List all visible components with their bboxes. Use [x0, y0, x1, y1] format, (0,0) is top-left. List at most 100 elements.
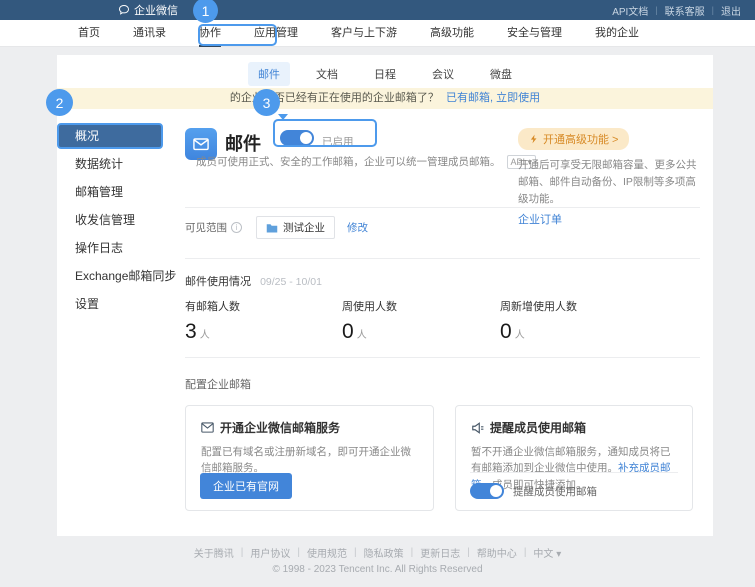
config-section-title: 配置企业邮箱: [185, 376, 251, 392]
visible-scope-row: 可见范围 i 测试企业 修改: [185, 216, 368, 239]
divider: [185, 258, 700, 259]
annotation-step-1-highlight: [198, 24, 277, 46]
nav-item-my-company[interactable]: 我的企业: [595, 20, 639, 47]
footer: 关于腾讯| 用户协议| 使用规范| 隐私政策| 更新日志| 帮助中心| 中文 ▾…: [0, 545, 755, 575]
footer-links: 关于腾讯| 用户协议| 使用规范| 隐私政策| 更新日志| 帮助中心| 中文 ▾: [0, 545, 755, 560]
main-panel: 邮件 文档 日程 会议 微盘 的企业是否已经有正在使用的企业邮箱了？ 已有邮箱,…: [57, 55, 713, 536]
card-enable-mailbox-service: 开通企业微信邮箱服务 配置已有域名或注册新域名，即可开通企业微信邮箱服务。 企业…: [185, 405, 434, 511]
annotation-step-2-badge: 2: [46, 89, 73, 116]
divider: [185, 207, 700, 208]
stat-weekly-new: 周新增使用人数 0人: [500, 298, 577, 344]
mail-description-text: 成员可使用正式、安全的工作邮箱，企业可以统一管理成员邮箱。: [196, 156, 501, 168]
enterprise-orders-link[interactable]: 企业订单: [518, 211, 562, 227]
separator: |: [524, 547, 527, 558]
primary-nav: 首页 通讯录 协作 应用管理 客户与上下游 高级功能 安全与管理 我的企业: [0, 20, 755, 47]
sidebar-item-statistics[interactable]: 数据统计: [57, 151, 169, 177]
magic-wand-icon: [529, 134, 539, 144]
tab-mail[interactable]: 邮件: [248, 62, 290, 86]
sidebar-item-operation-log[interactable]: 操作日志: [57, 235, 169, 261]
scope-edit-link[interactable]: 修改: [347, 220, 368, 235]
stat-mailbox-users: 有邮箱人数 3人: [185, 298, 240, 344]
usage-title-text: 邮件使用情况: [185, 276, 251, 288]
visible-scope-label: 可见范围: [185, 220, 227, 235]
chat-bubble-icon: [118, 4, 130, 16]
remind-toggle-row: 提醒成员使用邮箱: [470, 483, 597, 499]
mail-description: 成员可使用正式、安全的工作邮箱，企业可以统一管理成员邮箱。API ▾: [196, 154, 536, 169]
separator: |: [297, 547, 300, 558]
remind-toggle-label: 提醒成员使用邮箱: [513, 484, 597, 499]
sidebar-item-exchange-sync[interactable]: Exchange邮箱同步: [57, 263, 169, 289]
stat-value: 0人: [342, 320, 397, 344]
topbar-link-api-docs[interactable]: API文档: [612, 3, 648, 18]
enable-premium-button[interactable]: 开通高级功能 >: [518, 128, 629, 150]
separator: |: [241, 547, 244, 558]
separator: |: [655, 5, 657, 15]
separator: |: [712, 5, 714, 15]
folder-icon: [266, 223, 278, 233]
copyright: © 1998 - 2023 Tencent Inc. All Rights Re…: [0, 564, 755, 575]
sidebar-item-settings[interactable]: 设置: [57, 291, 169, 317]
stat-label: 有邮箱人数: [185, 298, 240, 314]
premium-description: 开通后可享受无限邮箱容量、更多公共邮箱、邮件自动备份、IP限制等多项高级功能。: [518, 157, 704, 207]
stat-number: 3: [185, 320, 197, 343]
notice-banner: 的企业是否已经有正在使用的企业邮箱了？ 已有邮箱, 立即使用: [57, 88, 713, 109]
stat-number: 0: [500, 320, 512, 343]
nav-item-security-management[interactable]: 安全与管理: [507, 20, 562, 47]
stat-weekly-active: 周使用人数 0人: [342, 298, 397, 344]
footer-link-user-agreement[interactable]: 用户协议: [250, 545, 290, 560]
stat-value: 3人: [185, 320, 240, 344]
stat-unit: 人: [515, 330, 525, 341]
footer-link-changelog[interactable]: 更新日志: [420, 545, 460, 560]
card-remind-members: 提醒成员使用邮箱 暂不开通企业微信邮箱服务，通知成员将已有邮箱添加到企业微信中使…: [455, 405, 693, 511]
sidebar: 概况 数据统计 邮箱管理 收发信管理 操作日志 Exchange邮箱同步 设置: [57, 123, 169, 319]
top-bar: 企业微信 API文档 | 联系客服 | 退出: [0, 0, 755, 20]
admin-console-screen: 企业微信 API文档 | 联系客服 | 退出 首页 通讯录 协作 应用管理 客户…: [0, 0, 755, 587]
footer-link-usage-guidelines[interactable]: 使用规范: [307, 545, 347, 560]
separator: |: [411, 547, 414, 558]
sidebar-item-mailbox-management[interactable]: 邮箱管理: [57, 179, 169, 205]
company-has-website-button[interactable]: 企业已有官网: [200, 473, 292, 499]
topbar-link-contact-support[interactable]: 联系客服: [665, 3, 705, 18]
usage-period: 09/25 - 10/01: [260, 276, 322, 288]
premium-section: 开通高级功能 > 开通后可享受无限邮箱容量、更多公共邮箱、邮件自动备份、IP限制…: [518, 128, 704, 228]
scope-org-name: 测试企业: [283, 220, 325, 235]
card1-title: 开通企业微信邮箱服务: [220, 419, 340, 436]
tab-drive[interactable]: 微盘: [480, 62, 522, 86]
stat-unit: 人: [200, 330, 210, 341]
footer-link-privacy-policy[interactable]: 隐私政策: [364, 545, 404, 560]
annotation-step-3-pointer: [278, 114, 288, 120]
footer-link-help-center[interactable]: 帮助中心: [477, 545, 517, 560]
tab-meeting[interactable]: 会议: [422, 62, 464, 86]
topbar-link-logout[interactable]: 退出: [721, 3, 741, 18]
remind-members-toggle[interactable]: [470, 483, 504, 499]
stat-number: 0: [342, 320, 354, 343]
tab-docs[interactable]: 文档: [306, 62, 348, 86]
app-logo[interactable]: 企业微信: [118, 0, 178, 20]
nav-item-contacts[interactable]: 通讯录: [133, 20, 166, 47]
nav-item-advanced-features[interactable]: 高级功能: [430, 20, 474, 47]
mail-title: 邮件: [225, 130, 261, 156]
enable-premium-label: 开通高级功能 >: [543, 131, 618, 147]
module-tabs: 邮件 文档 日程 会议 微盘: [57, 62, 713, 86]
nav-item-home[interactable]: 首页: [78, 20, 100, 47]
annotation-step-3-badge: 3: [253, 89, 280, 116]
envelope-icon: [191, 134, 211, 154]
nav-item-customers[interactable]: 客户与上下游: [331, 20, 397, 47]
stat-label: 周新增使用人数: [500, 298, 577, 314]
sidebar-item-send-receive-management[interactable]: 收发信管理: [57, 207, 169, 233]
info-icon[interactable]: i: [231, 222, 242, 233]
notice-use-existing-mailbox-link[interactable]: 已有邮箱, 立即使用: [446, 92, 540, 104]
stat-unit: 人: [357, 330, 367, 341]
sidebar-item-overview[interactable]: 概况: [57, 123, 163, 149]
tab-calendar[interactable]: 日程: [364, 62, 406, 86]
footer-link-about-tencent[interactable]: 关于腾讯: [194, 545, 234, 560]
divider: [470, 472, 678, 473]
card1-description: 配置已有域名或注册新域名，即可开通企业微信邮箱服务。: [201, 444, 418, 477]
divider: [185, 357, 700, 358]
card2-title: 提醒成员使用邮箱: [490, 419, 586, 436]
footer-language-selector[interactable]: 中文 ▾: [533, 545, 561, 560]
app-logo-label: 企业微信: [134, 2, 178, 18]
envelope-outline-icon: [201, 422, 214, 433]
scope-org-chip[interactable]: 测试企业: [256, 216, 335, 239]
stat-value: 0人: [500, 320, 577, 344]
